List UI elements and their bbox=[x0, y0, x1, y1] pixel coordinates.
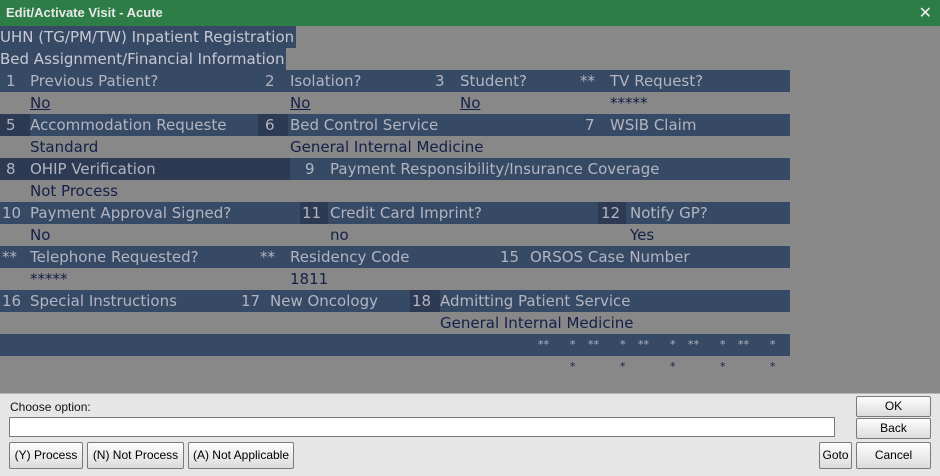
field-label-ohip-verification: OHIP Verification bbox=[30, 160, 156, 178]
field-number: 5 bbox=[6, 116, 16, 134]
masked-label: * bbox=[720, 338, 726, 351]
command-panel: Choose option: OK Back (Y) Process (N) N… bbox=[0, 393, 940, 476]
field-number: 16 bbox=[2, 292, 22, 310]
window-titlebar: Edit/Activate Visit - Acute ✕ bbox=[0, 0, 940, 26]
field-number: 1 bbox=[6, 72, 16, 90]
masked-label: ** bbox=[738, 338, 749, 351]
masked-label: ** bbox=[538, 338, 549, 351]
masked-label: * bbox=[570, 338, 576, 351]
field-number: 2 bbox=[265, 72, 275, 90]
masked-value: * bbox=[720, 360, 726, 373]
masked-value: * bbox=[670, 360, 676, 373]
masked-label: * bbox=[620, 338, 626, 351]
field-label-payment-approval: Payment Approval Signed? bbox=[30, 204, 232, 222]
field-number: ** bbox=[260, 248, 275, 266]
field-label-accommodation: Accommodation Requeste bbox=[30, 116, 227, 134]
field-number: 11 bbox=[302, 204, 322, 222]
masked-label: ** bbox=[638, 338, 649, 351]
field-label-special-instructions: Special Instructions bbox=[30, 292, 177, 310]
field-number: 18 bbox=[412, 292, 432, 310]
field-label-student: Student? bbox=[460, 72, 528, 90]
choose-option-label: Choose option: bbox=[10, 400, 91, 414]
field-value-residency-code[interactable]: 1811 bbox=[290, 268, 328, 290]
field-label-previous-patient: Previous Patient? bbox=[30, 72, 159, 90]
close-icon[interactable]: ✕ bbox=[919, 3, 932, 22]
field-value-admitting-patient-service[interactable]: General Internal Medicine bbox=[440, 312, 633, 334]
option-not-process-button[interactable]: (N) Not Process bbox=[87, 442, 184, 469]
masked-label: ** bbox=[688, 338, 699, 351]
field-label-tv-request: TV Request? bbox=[610, 72, 704, 90]
field-value-ohip-verification[interactable]: Not Process bbox=[30, 180, 118, 202]
field-number: 9 bbox=[305, 160, 315, 178]
field-label-bed-control-service: Bed Control Service bbox=[290, 116, 439, 134]
back-button[interactable]: Back bbox=[856, 418, 931, 439]
field-value-notify-gp[interactable]: Yes bbox=[630, 224, 654, 246]
screen-header-registration: UHN (TG/PM/TW) Inpatient Registration bbox=[0, 26, 297, 48]
field-label-telephone-requested: Telephone Requested? bbox=[30, 248, 199, 266]
goto-button[interactable]: Goto bbox=[819, 442, 852, 469]
field-value-tv-request: ***** bbox=[610, 94, 648, 112]
field-value-previous-patient[interactable]: No bbox=[30, 92, 50, 114]
field-number: ** bbox=[580, 72, 595, 90]
choose-option-input[interactable] bbox=[9, 417, 835, 437]
masked-label: ** bbox=[588, 338, 599, 351]
field-label-isolation: Isolation? bbox=[290, 72, 362, 90]
field-label-notify-gp: Notify GP? bbox=[630, 204, 708, 222]
field-label-new-oncology: New Oncology bbox=[270, 292, 378, 310]
field-label-credit-card-imprint: Credit Card Imprint? bbox=[330, 204, 482, 222]
field-label-payment-responsibility: Payment Responsibility/Insurance Coverag… bbox=[330, 160, 660, 178]
field-label-orsos-case-number: ORSOS Case Number bbox=[530, 248, 690, 266]
field-number: ** bbox=[2, 248, 17, 266]
field-value-isolation[interactable]: No bbox=[290, 92, 310, 114]
field-value-telephone-requested: ***** bbox=[30, 270, 68, 288]
field-number: 15 bbox=[500, 248, 520, 266]
field-value-student[interactable]: No bbox=[460, 92, 480, 114]
masked-value: * bbox=[770, 360, 776, 373]
masked-value: * bbox=[570, 360, 576, 373]
field-number: 17 bbox=[241, 292, 261, 310]
option-not-applicable-button[interactable]: (A) Not Applicable bbox=[188, 442, 294, 469]
field-value-accommodation[interactable]: Standard bbox=[30, 136, 98, 158]
cancel-button[interactable]: Cancel bbox=[856, 442, 931, 469]
field-label-residency-code: Residency Code bbox=[290, 248, 410, 266]
masked-label: * bbox=[770, 338, 776, 351]
masked-label: * bbox=[670, 338, 676, 351]
screen-header-section: Bed Assignment/Financial Information bbox=[0, 48, 287, 70]
option-process-button[interactable]: (Y) Process bbox=[9, 442, 83, 469]
field-value-credit-card-imprint[interactable]: no bbox=[330, 224, 349, 246]
field-label-admitting-patient-service: Admitting Patient Service bbox=[440, 292, 631, 310]
field-value-bed-control-service[interactable]: General Internal Medicine bbox=[290, 136, 483, 158]
window-title: Edit/Activate Visit - Acute bbox=[6, 5, 163, 20]
ok-button[interactable]: OK bbox=[856, 396, 931, 417]
field-number: 10 bbox=[2, 204, 22, 222]
field-number: 8 bbox=[6, 160, 16, 178]
field-number: 12 bbox=[601, 204, 621, 222]
masked-value: * bbox=[620, 360, 626, 373]
terminal-screen: UHN (TG/PM/TW) Inpatient Registration Be… bbox=[0, 26, 940, 393]
field-number: 3 bbox=[435, 72, 445, 90]
field-number: 6 bbox=[265, 116, 275, 134]
field-value-payment-approval[interactable]: No bbox=[30, 224, 50, 246]
field-label-wsib-claim: WSIB Claim bbox=[610, 116, 697, 134]
field-number: 7 bbox=[585, 116, 595, 134]
